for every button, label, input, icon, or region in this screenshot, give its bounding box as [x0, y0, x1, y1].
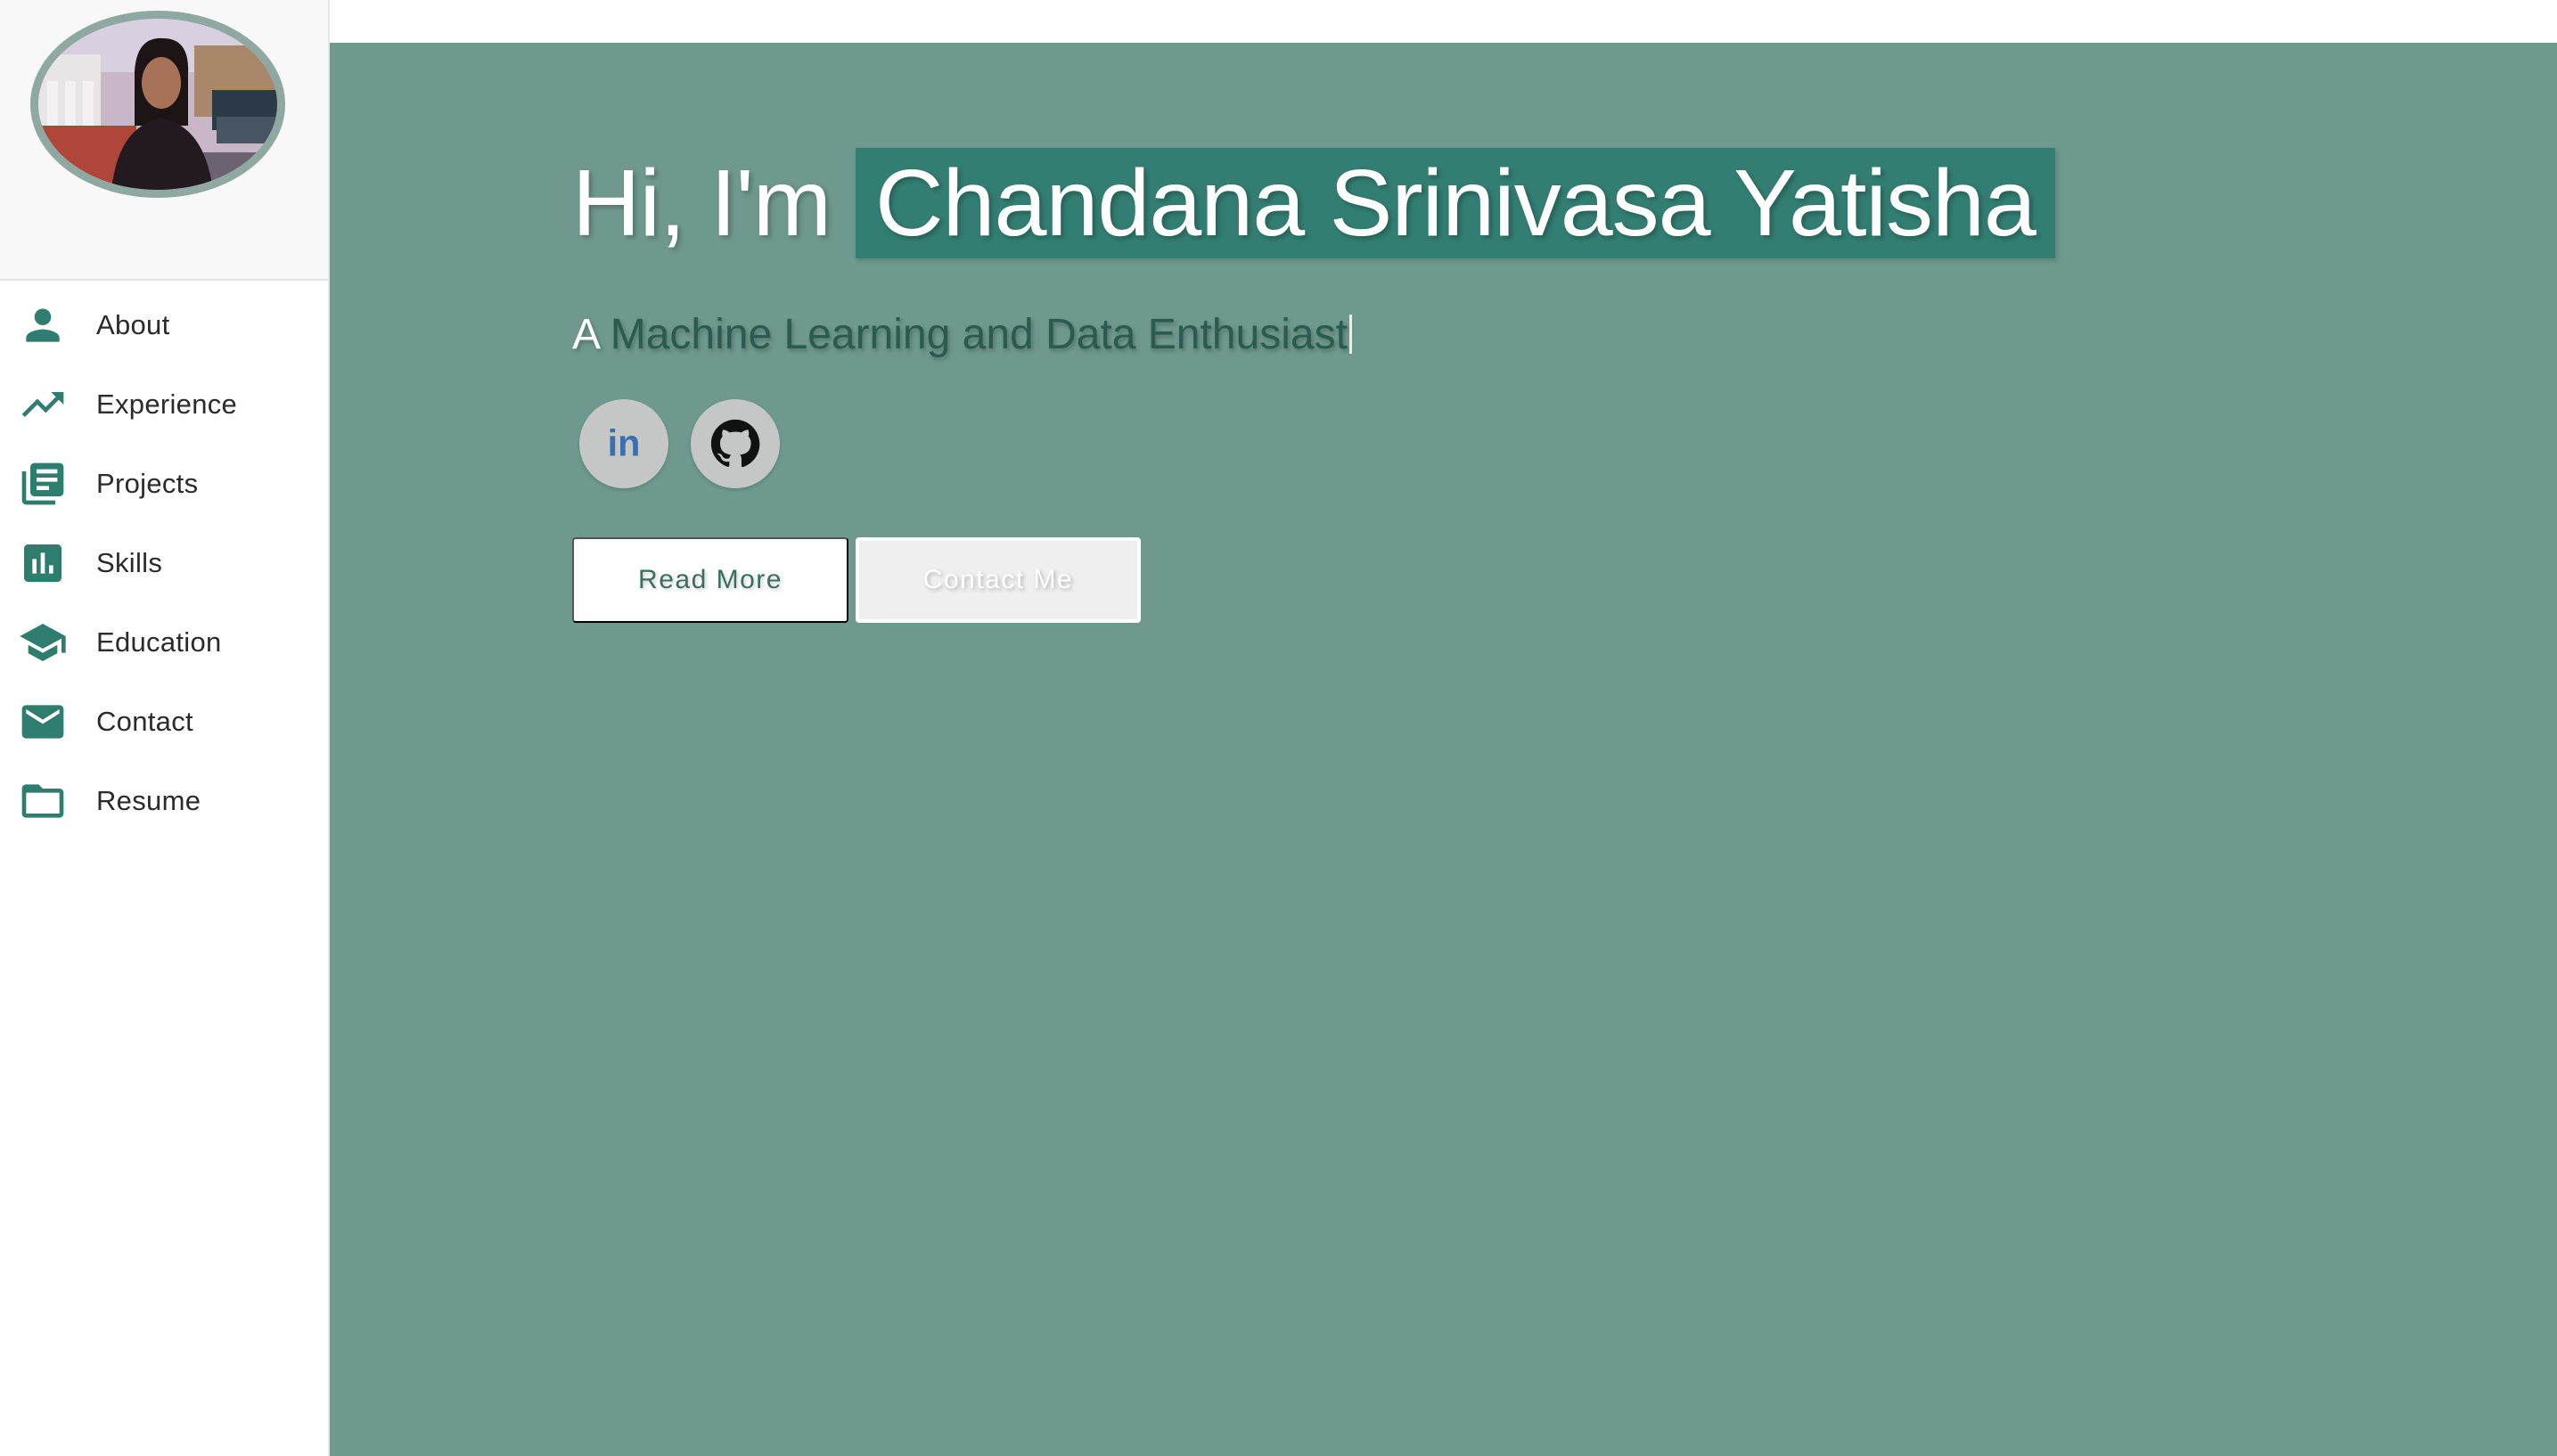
- sidebar-item-resume[interactable]: Resume: [0, 765, 328, 837]
- folder-icon: [18, 776, 68, 826]
- sidebar: About Experience Projects Skills Educati…: [0, 0, 330, 1456]
- sidebar-header: [0, 0, 328, 281]
- sidebar-item-label: Skills: [96, 547, 163, 578]
- sidebar-item-label: Experience: [96, 389, 238, 420]
- library-books-icon: [18, 459, 68, 509]
- sidebar-item-contact[interactable]: Contact: [0, 686, 328, 757]
- sidebar-item-label: Resume: [96, 785, 201, 816]
- sidebar-item-projects[interactable]: Projects: [0, 448, 328, 519]
- tagline-typed-text: Machine Learning and Data Enthusiast: [610, 311, 1348, 358]
- sidebar-item-label: Contact: [96, 706, 193, 737]
- read-more-button[interactable]: Read More: [572, 537, 848, 623]
- linkedin-link[interactable]: in: [579, 399, 668, 488]
- trending-up-icon: [18, 380, 68, 429]
- tagline-prefix: A: [572, 311, 599, 358]
- top-bar: [330, 0, 2557, 43]
- sidebar-item-label: About: [96, 309, 170, 340]
- avatar: [30, 11, 285, 198]
- github-link[interactable]: [691, 399, 780, 488]
- mail-icon: [18, 697, 68, 747]
- linkedin-icon-label: in: [608, 422, 641, 463]
- sidebar-item-education[interactable]: Education: [0, 607, 328, 678]
- github-icon: [710, 419, 760, 468]
- sidebar-item-label: Projects: [96, 468, 199, 499]
- greeting-prefix: Hi, I'm: [572, 150, 832, 256]
- contact-me-button[interactable]: Contact Me: [856, 537, 1141, 623]
- hero-heading: Hi, I'm Chandana Srinivasa Yatisha: [572, 148, 2055, 258]
- bar-chart-icon: [18, 538, 68, 588]
- person-icon: [18, 300, 68, 350]
- sidebar-item-about[interactable]: About: [0, 290, 328, 361]
- sidebar-item-skills[interactable]: Skills: [0, 528, 328, 599]
- school-icon: [18, 618, 68, 667]
- sidebar-item-experience[interactable]: Experience: [0, 369, 328, 440]
- typing-caret: [1348, 315, 1352, 354]
- hero-name: Chandana Srinivasa Yatisha: [856, 148, 2055, 258]
- profile-photo: [38, 19, 277, 190]
- sidebar-item-label: Education: [96, 626, 222, 658]
- linkedin-icon: in: [608, 422, 641, 463]
- hero-section: Hi, I'm Chandana Srinivasa Yatisha A Mac…: [330, 43, 2557, 1456]
- hero-tagline: A Machine Learning and Data Enthusiast: [572, 310, 1352, 359]
